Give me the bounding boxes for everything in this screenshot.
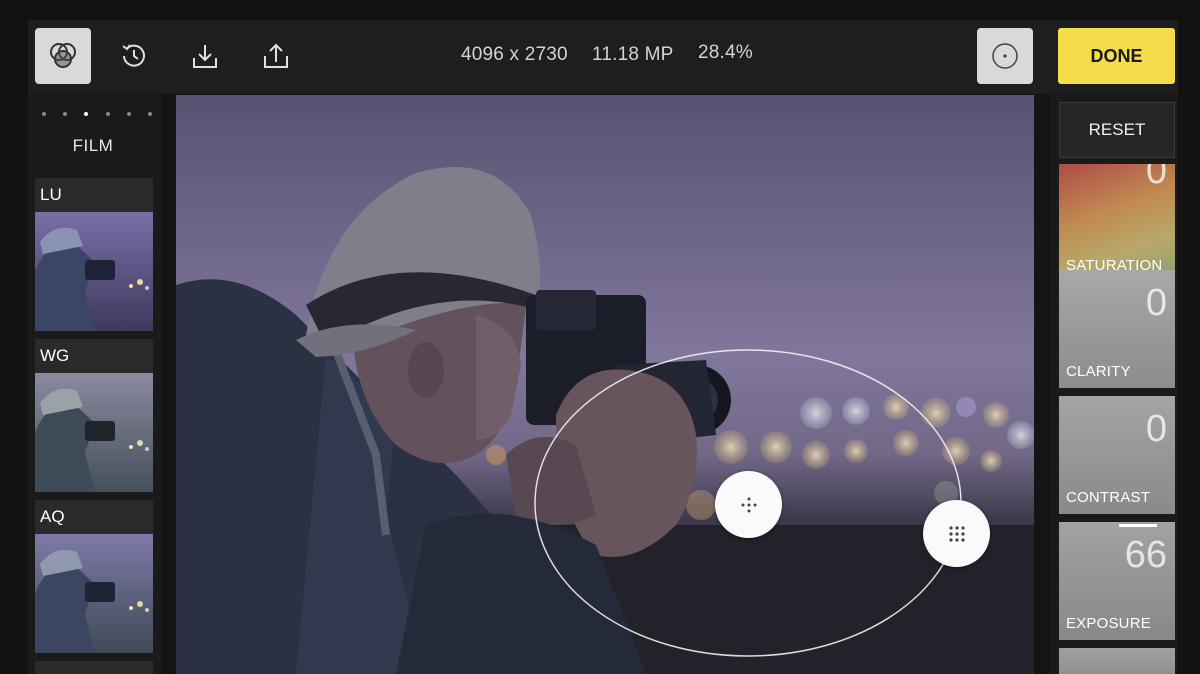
history-icon (122, 44, 145, 67)
page-dot[interactable] (105, 112, 110, 116)
preset-category-label: FILM (72, 136, 114, 155)
mask-center-handle[interactable] (715, 471, 782, 538)
contrast-slider[interactable]: 0 CONTRAST (1059, 396, 1175, 514)
adjustments-panel: RESET 0 SATURATION 0 CLARITY 0 CONTRAST … (1050, 94, 1178, 674)
slider-value: 0 (1145, 164, 1167, 192)
preset-thumbnail (35, 212, 153, 331)
download-button[interactable] (177, 28, 233, 84)
preset-wg[interactable]: WG (35, 339, 153, 492)
preset-name: AQ (40, 507, 65, 526)
window-frame-right (1178, 0, 1200, 674)
window-frame-top (0, 0, 1200, 20)
page-dot[interactable] (126, 112, 131, 116)
slider-label: CLARITY (1066, 363, 1131, 380)
next-adjustment-slider[interactable] (1059, 648, 1175, 674)
resize-handle-icon (948, 525, 965, 542)
image-megapixels: 11.18 MP (592, 44, 674, 65)
radial-mask-overlay[interactable] (176, 95, 1034, 674)
page-dot-active[interactable] (84, 112, 89, 116)
slider-value: 0 (1145, 282, 1167, 324)
top-toolbar: 4096 x 2730 11.18 MP 28.4% DONE (28, 20, 1178, 94)
move-handle-icon (741, 497, 756, 512)
preset-aq[interactable]: AQ (35, 500, 153, 653)
slider-value: 0 (1145, 408, 1167, 450)
preset-thumbnail (35, 373, 153, 492)
zoom-level: 28.4% (698, 42, 753, 63)
slider-label: EXPOSURE (1066, 615, 1151, 632)
exposure-slider[interactable]: 66 EXPOSURE (1059, 522, 1175, 640)
download-icon (193, 45, 217, 68)
done-button[interactable]: DONE (1058, 28, 1175, 84)
radial-mask-icon (992, 43, 1018, 69)
share-button[interactable] (248, 28, 304, 84)
preset-name: WG (40, 346, 70, 365)
slider-label: CONTRAST (1066, 489, 1151, 506)
preset-lu[interactable]: LU (35, 178, 153, 331)
page-dot[interactable] (63, 112, 68, 116)
clarity-slider[interactable]: 0 CLARITY (1059, 270, 1175, 388)
radial-mask-button[interactable] (977, 28, 1033, 84)
preset-next[interactable] (35, 661, 153, 674)
page-dot[interactable] (147, 112, 152, 116)
mask-edge-handle[interactable] (923, 500, 990, 567)
filters-button[interactable] (35, 28, 91, 84)
saturation-slider[interactable]: 0 SATURATION (1059, 164, 1175, 282)
filters-icon (50, 43, 76, 68)
share-icon (264, 43, 288, 68)
slider-indicator (1119, 524, 1157, 527)
page-indicator[interactable] (42, 112, 152, 120)
film-presets-panel: FILM LU WG AQ (28, 94, 162, 674)
reset-button[interactable]: RESET (1059, 102, 1175, 158)
page-dot[interactable] (42, 112, 46, 116)
image-resolution: 4096 x 2730 (461, 44, 568, 65)
slider-value: 66 (1124, 534, 1167, 576)
history-button[interactable] (106, 28, 162, 84)
preset-thumbnail (35, 534, 153, 653)
photo-canvas[interactable] (176, 95, 1034, 674)
window-frame-left (0, 0, 28, 674)
preset-name: LU (40, 185, 62, 204)
